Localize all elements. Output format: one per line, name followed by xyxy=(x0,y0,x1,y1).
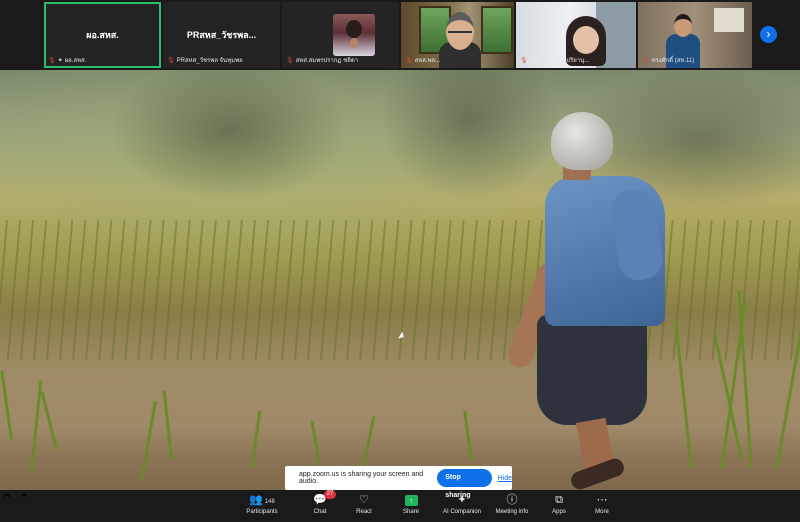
participant-label: 🎙 สหส.สมพรปรากฏ ชลิดา xyxy=(286,55,358,65)
more-icon: ⋯ xyxy=(596,494,608,506)
participant-name: สหส.สมพรปรากฏ ชลิดา xyxy=(295,58,359,64)
mic-muted-icon: 🎙 xyxy=(642,58,650,64)
participant-label: 🎙 ทรงศักดิ์ (สห.11) xyxy=(642,55,694,65)
pin-icon: ✦ xyxy=(57,58,63,64)
participant-display-name: PRสหส_วัชรพล... xyxy=(186,30,257,40)
participants-icon: 👥 xyxy=(249,494,263,506)
background-trees xyxy=(0,70,800,210)
chat-badge: 27 xyxy=(324,490,336,499)
sharing-message: app.zoom.us is sharing your screen and a… xyxy=(299,471,424,485)
mic-muted-icon: 🎙 xyxy=(286,58,294,64)
participants-caret-icon[interactable]: ⌃ xyxy=(0,492,13,509)
meeting-toolbar: 👥 148 Participants ⌃ 💬 27 Chat ⌃ ♡ React ↑… xyxy=(0,490,800,522)
participant-name: สหส.พล... xyxy=(414,58,441,64)
participant-tile[interactable]: 🎙 สหส.สมพรปรากฏ ชลิดา xyxy=(282,2,399,68)
participant-tile[interactable]: ผอ.สหส. 🎙 ✦ ผอ.สหส. xyxy=(44,2,161,68)
chat-caret-icon[interactable]: ⌃ xyxy=(18,492,31,509)
participant-name: ผอ.สหส. xyxy=(64,58,87,64)
participant-tile[interactable]: 🎙 ทรงศักดิ์ (สห.11) xyxy=(638,2,752,68)
participants-button[interactable]: 👥 148 Participants xyxy=(234,492,290,515)
participant-label: 🎙 ✦ ผอ.สหส. xyxy=(48,55,86,65)
mic-muted-icon: 🎙 xyxy=(405,58,413,64)
participant-name: ทสจ.ภากนต์ร ปริยานุ... xyxy=(529,58,590,64)
more-label: More xyxy=(595,509,609,515)
participant-display-name: ผอ.สหส. xyxy=(86,30,119,40)
participant-label: 🎙 ทสจ.ภากนต์ร ปริยานุ... xyxy=(520,55,589,65)
mic-muted-icon: 🎙 xyxy=(520,58,528,64)
share-button[interactable]: ↑ Share xyxy=(383,492,439,515)
mic-muted-icon: 🎙 xyxy=(48,58,56,64)
more-button[interactable]: ⋯ More xyxy=(574,492,630,515)
participants-label: Participants xyxy=(246,509,278,515)
ai-companion-label: AI Companion xyxy=(442,509,482,515)
participant-count: 148 xyxy=(264,499,275,505)
participant-name: ทรงศักดิ์ (สห.11) xyxy=(651,58,695,64)
child-figure xyxy=(504,110,675,490)
participant-label: 🎙 PRสหส_วัชรพล จันทุมพล xyxy=(167,55,243,65)
stop-sharing-button[interactable]: Stop sharing xyxy=(437,469,492,499)
shared-screen xyxy=(0,70,800,490)
participant-tile[interactable]: PRสหส_วัชรพล... 🎙 PRสหส_วัชรพล จันทุมพล xyxy=(163,2,280,68)
hide-button[interactable]: Hide xyxy=(498,475,512,482)
participant-label: 🎙 สหส.พล... xyxy=(405,55,440,65)
chevron-right-icon[interactable]: › xyxy=(760,26,777,43)
participant-strip: ผอ.สหส. 🎙 ✦ ผอ.สหส. PRสหส_วัชรพล... 🎙 PRสหส… xyxy=(0,0,800,70)
participant-tile[interactable]: 🎙 ทสจ.ภากนต์ร ปริยานุ... xyxy=(516,2,636,68)
sharing-notice-bar: app.zoom.us is sharing your screen and a… xyxy=(285,466,512,499)
mic-muted-icon: 🎙 xyxy=(167,58,175,64)
share-label: Share xyxy=(402,509,419,515)
participant-name: PRสหส_วัชรพล จันทุมพล xyxy=(176,58,243,64)
participant-tile[interactable]: 🎙 สหส.พล... xyxy=(401,2,514,68)
share-screen-icon: ↑ xyxy=(404,495,418,506)
